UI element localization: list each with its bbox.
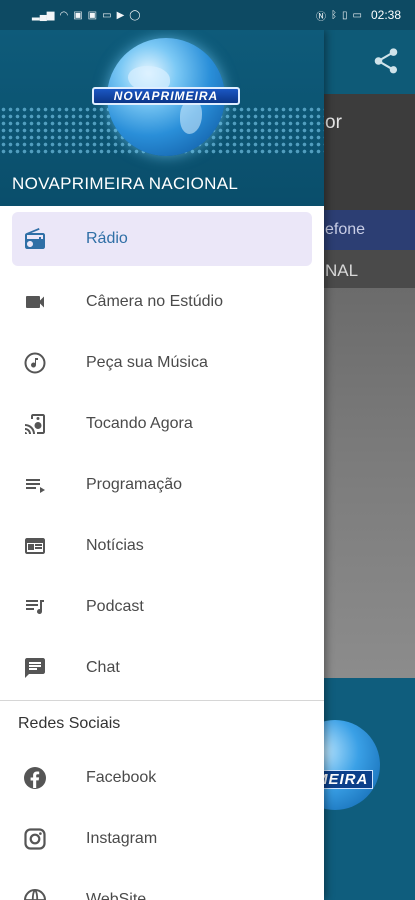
background-header-text: or [325,112,342,133]
videocam-icon [22,289,48,315]
menu-item-label: Facebook [86,768,157,786]
clock: 02:38 [370,8,401,22]
wifi-icon: ◠ [59,9,69,21]
podcast-queue-icon [22,594,48,620]
menu-item-news[interactable]: Notícias [0,515,324,576]
speaker-cast-icon [22,411,48,437]
youtube-icon: ▶ [116,9,125,21]
menu-item-label: Peça sua Música [86,353,208,371]
menu-item-label: Programação [86,475,183,493]
menu-item-website[interactable]: WebSite [0,869,324,900]
menu-item-label: Chat [86,658,120,676]
menu-item-schedule[interactable]: Programação [0,454,324,515]
radio-icon [22,226,48,252]
background-station-text: NAL [325,261,359,280]
playlist-play-icon [22,472,48,498]
menu-item-instagram[interactable]: Instagram [0,808,324,869]
menu-item-facebook[interactable]: Facebook [0,747,324,808]
battery-icon: ▭ [352,9,362,21]
instagram-icon [22,826,48,852]
globe-icon [22,887,48,900]
bluetooth-icon: ᛒ [331,9,337,21]
facebook-icon [22,765,48,791]
menu-item-label: Podcast [86,597,144,615]
music-note-icon [22,350,48,376]
vibrate-icon: ▯ [342,9,348,21]
whatsapp-icon: ◯ [129,9,141,21]
notification-icon: ▣ [87,9,98,21]
nfc-icon: Ⓝ [316,11,326,23]
logo-text: NOVAPRIMEIRA [92,87,240,105]
social-section-title: Redes Sociais [18,715,121,732]
app-name: NOVAPRIMEIRA NACIONAL [12,174,239,193]
menu-item-radio[interactable]: Rádio [12,212,312,266]
menu-item-label: Rádio [86,230,128,247]
menu-item-podcast[interactable]: Podcast [0,576,324,637]
menu-item-label: Notícias [86,536,144,554]
news-icon [22,533,48,559]
menu-item-now-playing[interactable]: Tocando Agora [0,393,324,454]
notification-icon: ▭ [102,9,112,21]
drawer-menu: Rádio Câmera no Estúdio Peça sua Música … [0,206,324,900]
signal-icon: ▂▄▆ [32,9,55,21]
share-icon[interactable] [371,46,401,76]
menu-item-camera[interactable]: Câmera no Estúdio [0,271,324,332]
menu-item-chat[interactable]: Chat [0,637,324,698]
status-notifications: ▂▄▆ ◠ ▣ ▣ ▭ ▶ ◯ [32,10,140,21]
menu-item-label: Tocando Agora [86,414,193,432]
notification-icon: ▣ [73,9,83,21]
background-phone-text: efone [325,221,366,238]
menu-item-request-song[interactable]: Peça sua Música [0,332,324,393]
status-bar: ▂▄▆ ◠ ▣ ▣ ▭ ▶ ◯ Ⓝ ᛒ ▯ ▭ 02:38 [0,0,415,30]
menu-item-label: WebSite [86,890,147,900]
menu-item-label: Instagram [86,829,158,847]
navigation-drawer: NOVAPRIMEIRA NOVAPRIMEIRA NACIONAL Rádio… [0,30,324,900]
status-system: Ⓝ ᛒ ▯ ▭ 02:38 [316,8,401,23]
menu-item-label: Câmera no Estúdio [86,292,223,310]
drawer-header: NOVAPRIMEIRA NOVAPRIMEIRA NACIONAL [0,30,324,206]
chat-icon [22,655,48,681]
